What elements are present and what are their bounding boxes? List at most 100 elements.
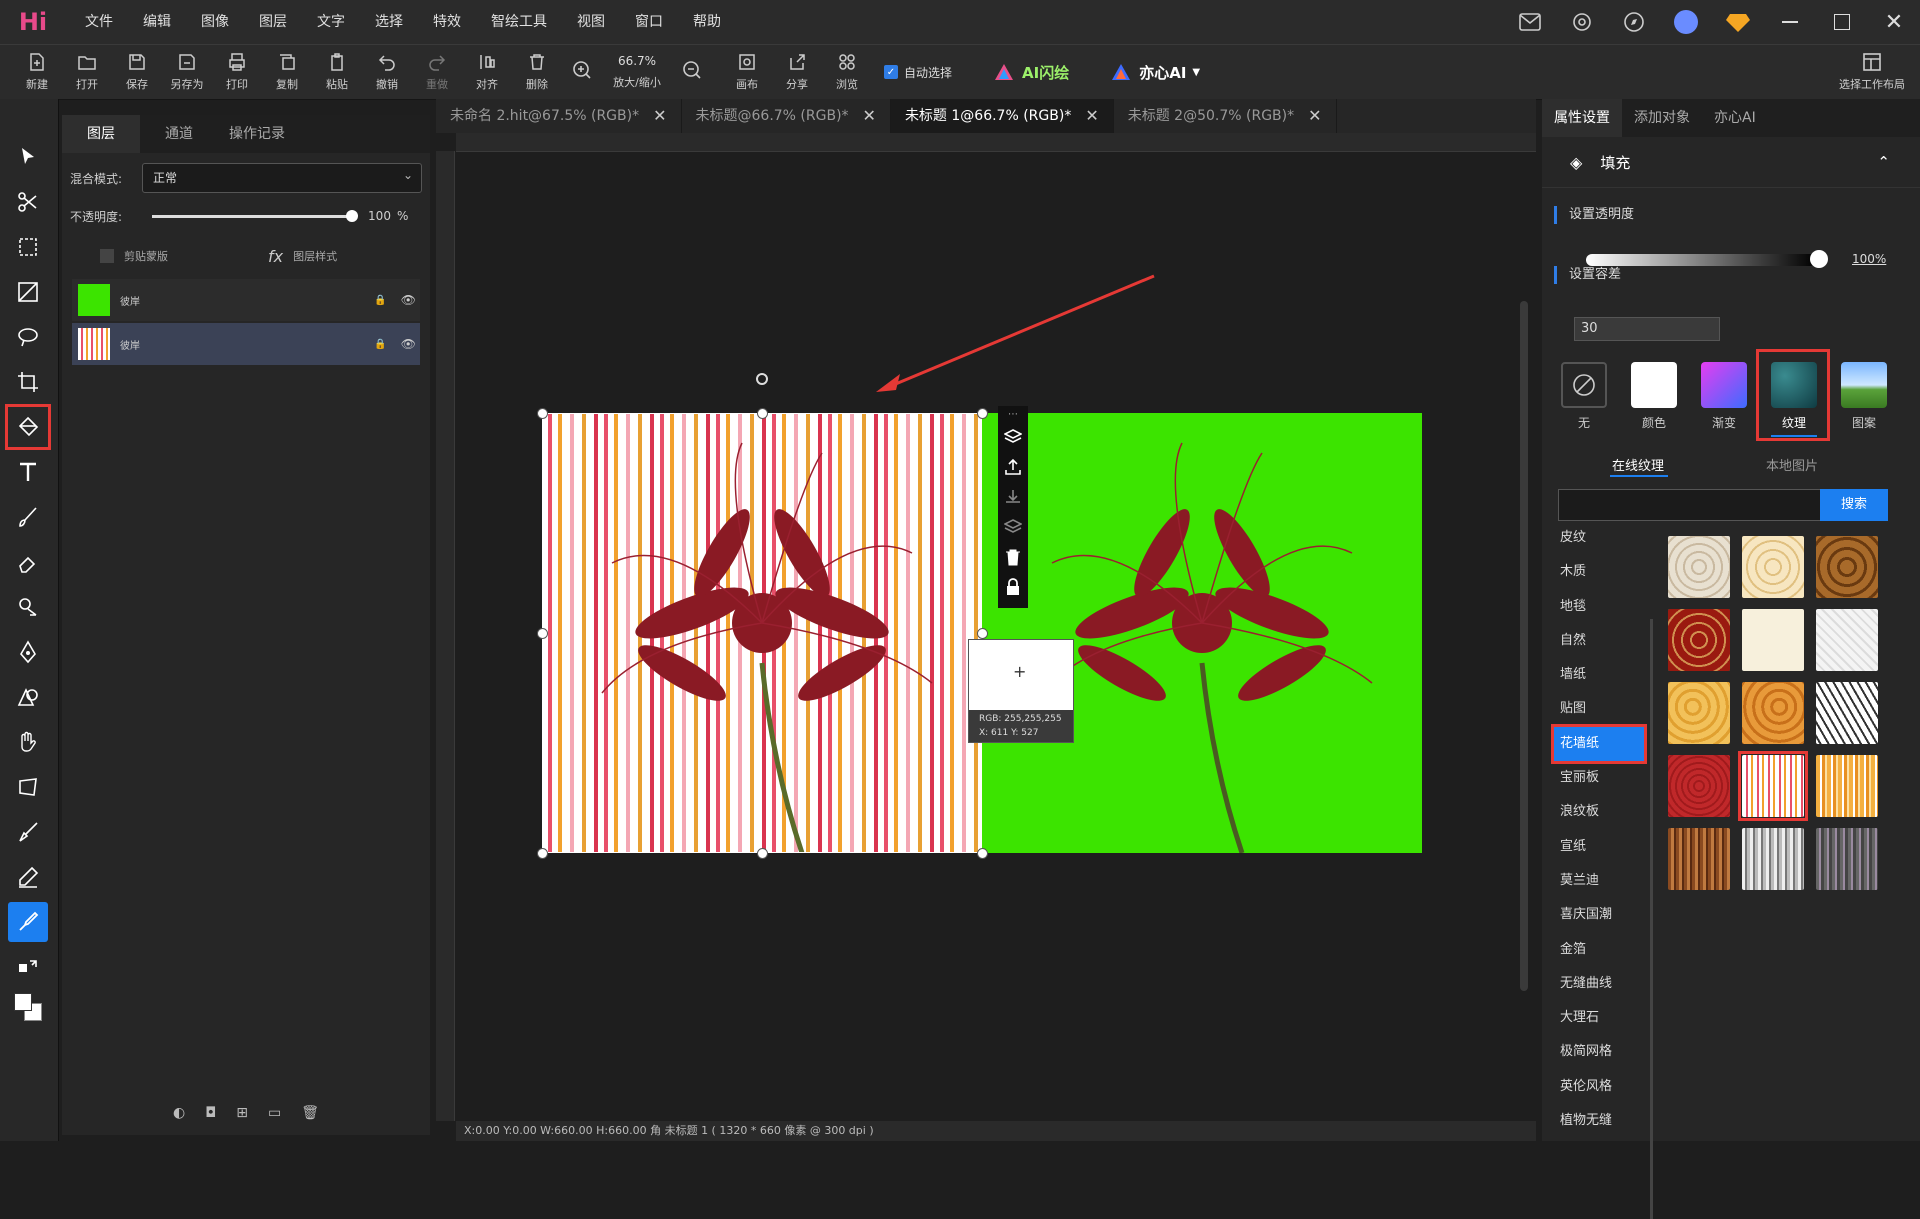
- drag-handle-icon[interactable]: ⋯: [998, 406, 1028, 422]
- texture-category-item[interactable]: 贴图: [1554, 692, 1644, 726]
- compass-icon[interactable]: [1608, 0, 1660, 44]
- texture-category-item[interactable]: 极简网格: [1554, 1035, 1644, 1069]
- settings-icon[interactable]: [1556, 0, 1608, 44]
- distort-tool-icon[interactable]: [8, 767, 48, 807]
- clone-stamp-tool-icon[interactable]: [8, 587, 48, 627]
- yixin-ai-button[interactable]: 亦心AI ▼: [1111, 62, 1200, 83]
- swap-colors-icon[interactable]: [8, 947, 48, 987]
- menu-item-5[interactable]: 选择: [360, 0, 418, 44]
- crop-tool-icon[interactable]: [8, 362, 48, 402]
- search-button[interactable]: 搜索: [1820, 489, 1888, 521]
- mail-icon[interactable]: [1504, 0, 1556, 44]
- layers-tab-2[interactable]: 操作记录: [218, 115, 296, 153]
- menu-item-7[interactable]: 智绘工具: [476, 0, 562, 44]
- texture-thumbnail[interactable]: [1668, 755, 1730, 817]
- menu-item-3[interactable]: 图层: [244, 0, 302, 44]
- layers-tab-1[interactable]: 通道: [140, 115, 218, 153]
- ai-flash-button[interactable]: AI闪绘: [994, 62, 1069, 83]
- close-tab-icon[interactable]: ✕: [653, 99, 666, 133]
- move-tool-icon[interactable]: [8, 137, 48, 177]
- texture-category-item[interactable]: 金箔: [1554, 933, 1644, 967]
- texture-thumbnail[interactable]: [1742, 828, 1804, 890]
- save-button[interactable]: 保存: [112, 46, 162, 98]
- layer-lock-icon[interactable]: 🔒: [374, 295, 386, 306]
- workspace-layout-button[interactable]: 选择工作布局: [1832, 46, 1912, 98]
- send-backward-icon[interactable]: [998, 482, 1028, 512]
- texture-thumbnail[interactable]: [1816, 536, 1878, 598]
- opacity-value[interactable]: 100: [368, 209, 391, 223]
- transform-handle[interactable]: [537, 628, 548, 639]
- local-image-tab[interactable]: 本地图片: [1766, 455, 1818, 474]
- texture-category-item[interactable]: 无缝曲线: [1554, 967, 1644, 1001]
- transform-handle[interactable]: [977, 628, 988, 639]
- paste-button[interactable]: 粘贴: [312, 46, 362, 98]
- hand-tool-icon[interactable]: [8, 722, 48, 762]
- adjustment-layer-icon[interactable]: ◐: [173, 1105, 185, 1121]
- texture-category-item[interactable]: 花墙纸: [1551, 723, 1647, 765]
- transparency-slider-knob[interactable]: [1810, 250, 1828, 268]
- eyedropper-tool-icon[interactable]: [8, 902, 48, 942]
- save-as-button[interactable]: 另存为: [162, 46, 212, 98]
- texture-category-item[interactable]: 浪纹板: [1554, 795, 1644, 829]
- transparency-slider[interactable]: [1586, 254, 1816, 266]
- paint-bucket-tool-icon[interactable]: [5, 404, 51, 450]
- menu-item-6[interactable]: 特效: [418, 0, 476, 44]
- texture-category-item[interactable]: 皮纹: [1554, 521, 1644, 555]
- vertical-scrollbar[interactable]: [1520, 151, 1528, 1111]
- avatar[interactable]: [1660, 0, 1712, 44]
- visibility-eye-icon[interactable]: 👁: [401, 293, 416, 307]
- menu-item-4[interactable]: 文字: [302, 0, 360, 44]
- transform-handle[interactable]: [537, 408, 548, 419]
- eraser-tool-icon[interactable]: [8, 542, 48, 582]
- zoom-out-icon[interactable]: [672, 46, 712, 98]
- copy-button[interactable]: 复制: [262, 46, 312, 98]
- transform-handle[interactable]: [537, 848, 548, 859]
- auto-select-checkbox[interactable]: ✓ 自动选择: [884, 64, 952, 81]
- texture-category-item[interactable]: 地毯: [1554, 590, 1644, 624]
- selection-bounding-box[interactable]: [542, 413, 982, 853]
- redo-button[interactable]: 重做: [412, 46, 462, 98]
- close-tab-icon[interactable]: ✕: [863, 99, 876, 133]
- new-button[interactable]: 新建: [12, 46, 62, 98]
- texture-category-item[interactable]: 宝丽板: [1554, 761, 1644, 795]
- fill-gradient-option[interactable]: 渐变: [1700, 362, 1748, 431]
- document-tab-2[interactable]: 未标题 1@66.7% (RGB)* ✕: [890, 99, 1114, 133]
- transparency-value[interactable]: 100%: [1852, 252, 1886, 266]
- texture-category-item[interactable]: 英伦风格: [1554, 1070, 1644, 1104]
- brush-tool-icon[interactable]: [8, 497, 48, 537]
- lasso-tool-icon[interactable]: [8, 317, 48, 357]
- menu-item-10[interactable]: 帮助: [678, 0, 736, 44]
- canvas[interactable]: [537, 373, 1422, 859]
- clip-mask-button[interactable]: 剪贴蒙版: [124, 248, 168, 264]
- zoom-control[interactable]: 66.7% 放大/缩小: [602, 46, 672, 98]
- document-tab-3[interactable]: 未标题 2@50.7% (RGB)* ✕: [1114, 99, 1337, 133]
- undo-button[interactable]: 撤销: [362, 46, 412, 98]
- layers-tab-0[interactable]: 图层: [62, 115, 140, 153]
- send-to-back-icon[interactable]: [998, 512, 1028, 542]
- texture-category-item[interactable]: 自然: [1554, 624, 1644, 658]
- rotate-handle-icon[interactable]: [756, 373, 768, 385]
- texture-category-item[interactable]: 宣纸: [1554, 830, 1644, 864]
- properties-tab-0[interactable]: 属性设置: [1542, 99, 1622, 137]
- transform-handle[interactable]: [977, 408, 988, 419]
- texture-thumbnail[interactable]: [1668, 682, 1730, 744]
- close-icon[interactable]: ✕: [1868, 0, 1920, 44]
- pencil-tool-icon[interactable]: [8, 857, 48, 897]
- delete-button[interactable]: 删除: [512, 46, 562, 98]
- texture-category-item[interactable]: 莫兰迪: [1554, 864, 1644, 898]
- texture-thumbnail[interactable]: [1816, 828, 1878, 890]
- online-texture-tab[interactable]: 在线纹理: [1612, 455, 1664, 474]
- texture-search-input[interactable]: [1558, 489, 1822, 521]
- delete-layer-icon[interactable]: 🗑: [301, 1105, 319, 1121]
- bring-forward-icon[interactable]: [998, 452, 1028, 482]
- layer-row[interactable]: 彼岸 🔒 👁: [72, 323, 420, 365]
- shape-tool-icon[interactable]: [8, 677, 48, 717]
- zoom-value[interactable]: 66.7%: [618, 54, 656, 68]
- restore-icon[interactable]: [1816, 0, 1868, 44]
- browse-button[interactable]: 浏览: [822, 46, 872, 98]
- menu-item-1[interactable]: 编辑: [128, 0, 186, 44]
- open-button[interactable]: 打开: [62, 46, 112, 98]
- texture-thumbnail[interactable]: [1742, 609, 1804, 671]
- fill-section-header[interactable]: ◈ 填充 ⌃: [1542, 137, 1920, 188]
- texture-category-item[interactable]: 喜庆国潮: [1554, 898, 1644, 932]
